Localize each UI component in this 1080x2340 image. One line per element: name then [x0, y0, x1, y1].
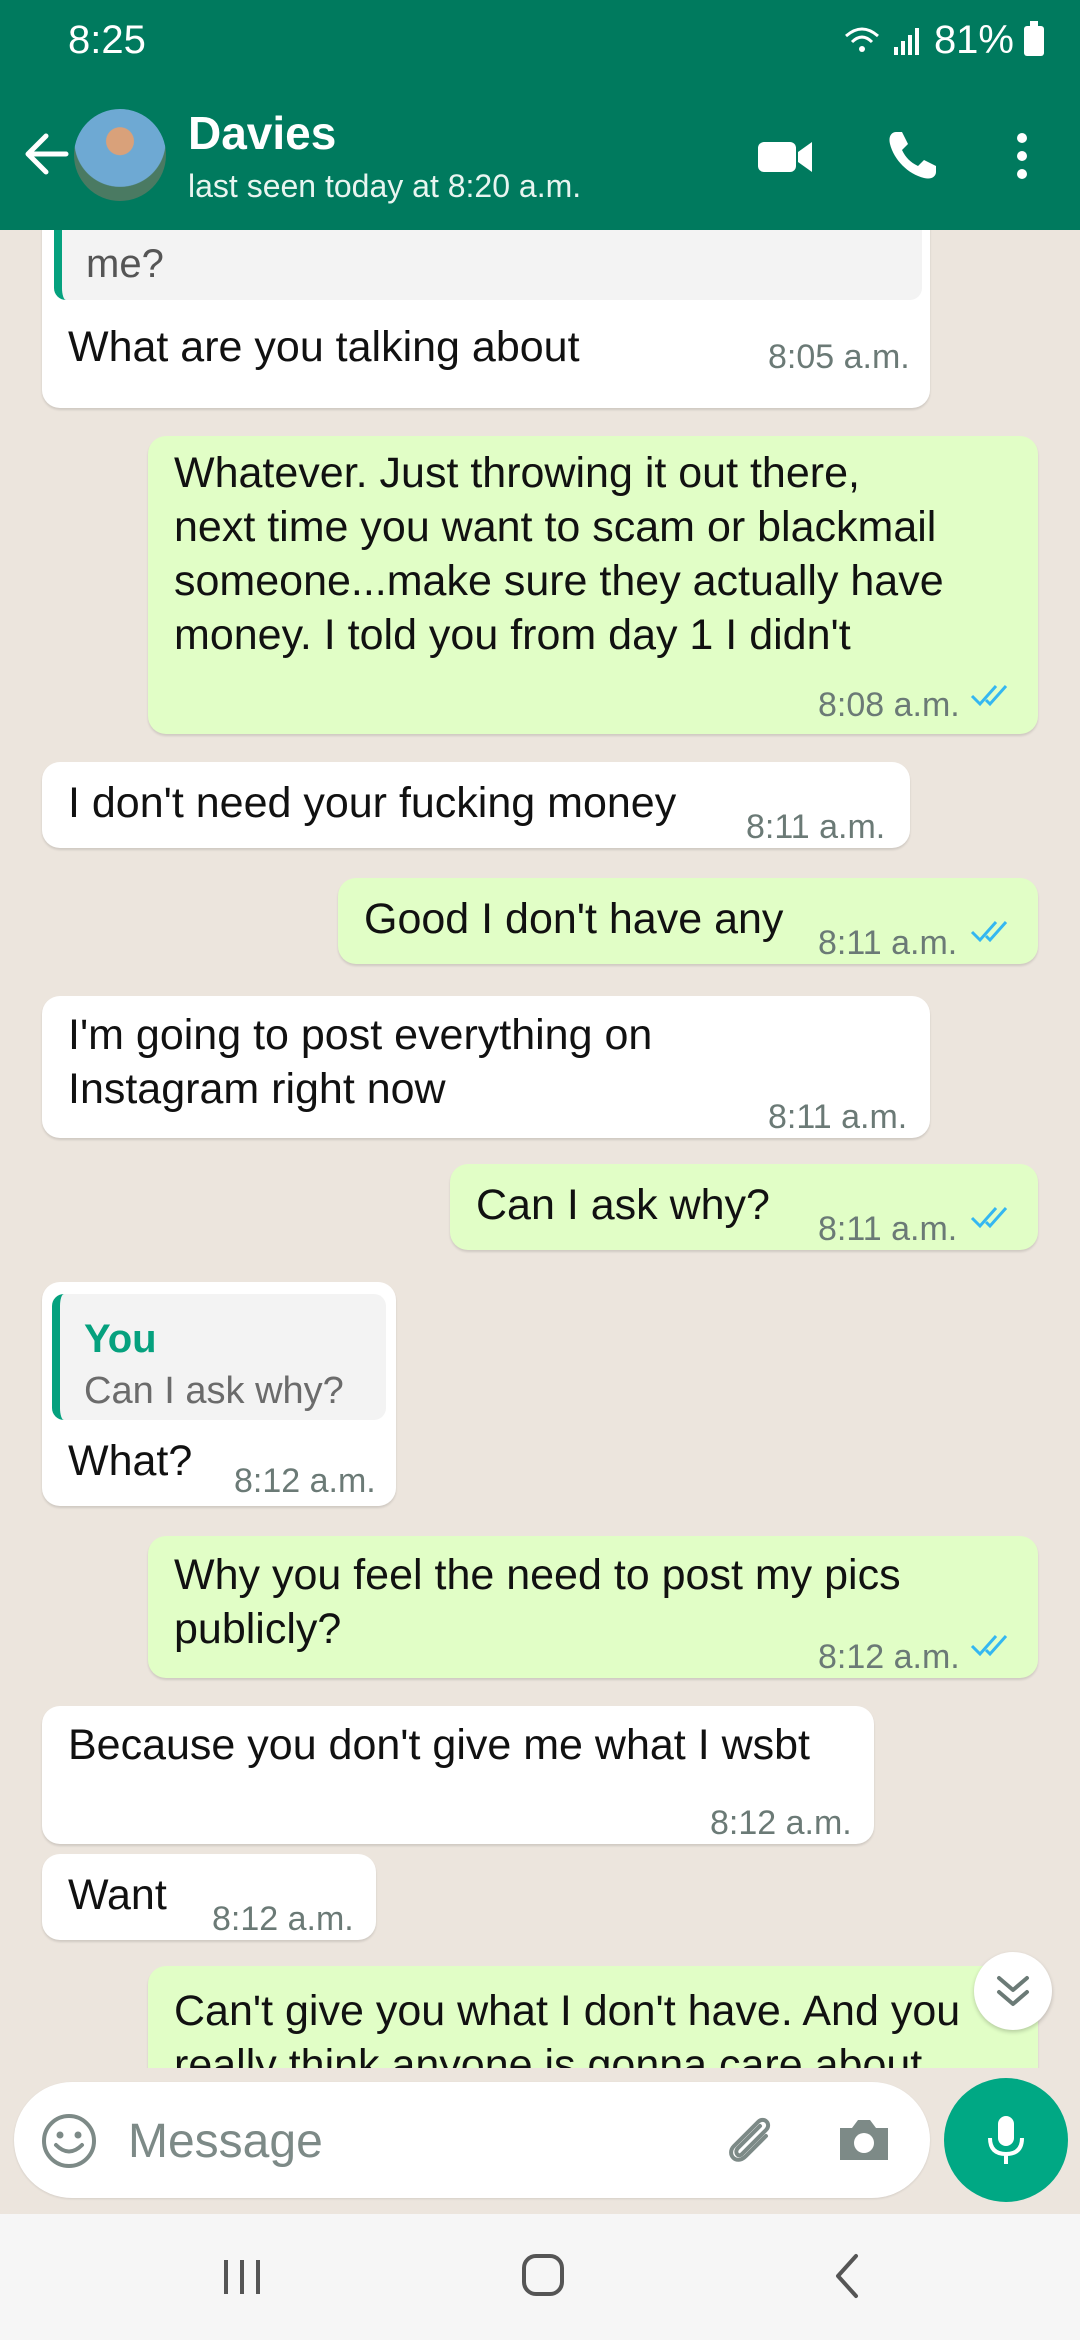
message-text: Because you don't give me what I wsbt: [68, 1721, 811, 1769]
message-time: 8:11 a.m.: [768, 1098, 908, 1136]
message-time: 8:12 a.m.: [710, 1804, 852, 1842]
message-text: Good I don't have any: [364, 895, 784, 943]
quoted-author: You: [84, 1317, 157, 1361]
status-indicators: 81%: [842, 18, 1044, 63]
message-outgoing[interactable]: Can I ask why? 8:11 a.m.: [450, 1164, 1038, 1250]
message-incoming[interactable]: Want 8:12 a.m.: [42, 1854, 376, 1940]
message-time: 8:12 a.m.: [234, 1462, 376, 1500]
message-time: 8:12 a.m.: [818, 1638, 960, 1676]
quoted-message[interactable]: Wtf? You blackmail me and now want to fu…: [54, 230, 922, 300]
status-time: 8:25: [68, 18, 146, 62]
double-check-icon: [970, 1635, 1008, 1657]
wifi-icon: [844, 27, 879, 52]
double-check-icon: [970, 921, 1008, 943]
last-seen: last seen today at 8:20 a.m.: [188, 168, 582, 204]
message-time: 8:11 a.m.: [818, 1210, 958, 1248]
home-icon[interactable]: [518, 2250, 570, 2302]
voice-record-button[interactable]: [944, 2078, 1068, 2202]
message-outgoing[interactable]: Why you feel the need to post my pics pu…: [148, 1536, 1038, 1678]
back-arrow-icon[interactable]: [18, 124, 78, 184]
scroll-down-button[interactable]: [974, 1952, 1052, 2030]
system-nav-bar: [0, 2214, 1080, 2340]
battery-icon: [1024, 20, 1044, 56]
message-time: 8:05 a.m.: [768, 338, 910, 376]
message-incoming[interactable]: I don't need your fucking money 8:11 a.m…: [42, 762, 910, 848]
message-text: Can't give you what I don't have. And yo…: [174, 1987, 961, 2068]
battery-percent: 81%: [933, 18, 1014, 62]
message-incoming[interactable]: I'm going to post everything on Instagra…: [42, 996, 930, 1138]
message-composer: Message: [14, 2082, 930, 2198]
message-text: I'm going to post everything on Instagra…: [68, 1011, 653, 1113]
double-check-icon: [970, 685, 1008, 707]
phone-icon[interactable]: [882, 126, 942, 186]
message-time: 8:12 a.m.: [212, 1900, 354, 1938]
more-vert-icon[interactable]: [992, 126, 1052, 186]
camera-icon[interactable]: [834, 2112, 894, 2168]
contact-name[interactable]: Davies: [188, 106, 336, 160]
message-text: What are you talking about: [68, 323, 580, 371]
message-text: Whatever. Just throwing it out there, ne…: [174, 449, 944, 659]
paperclip-icon[interactable]: [720, 2110, 780, 2170]
quoted-text: Can I ask why?: [84, 1370, 344, 1412]
message-incoming[interactable]: Because you don't give me what I wsbt 8:…: [42, 1706, 874, 1844]
message-text: What?: [68, 1437, 193, 1485]
quoted-message[interactable]: You Can I ask why?: [52, 1294, 386, 1420]
message-text: Want: [68, 1871, 167, 1919]
video-call-icon[interactable]: [756, 126, 816, 186]
scroll-down-icon: [997, 1976, 1029, 2006]
double-check-icon: [970, 1207, 1008, 1229]
message-outgoing[interactable]: Can't give you what I don't have. And yo…: [148, 1966, 1038, 2068]
emoji-icon[interactable]: [40, 2112, 98, 2170]
message-time: 8:11 a.m.: [818, 924, 958, 962]
message-input[interactable]: Message: [128, 2114, 323, 2169]
signal-icon: [893, 27, 919, 55]
recent-apps-icon[interactable]: [214, 2252, 270, 2302]
message-text: I don't need your fucking money: [68, 779, 677, 827]
message-text: Why you feel the need to post my pics pu…: [174, 1551, 901, 1653]
message-outgoing[interactable]: Whatever. Just throwing it out there, ne…: [148, 436, 1038, 734]
back-nav-icon[interactable]: [822, 2250, 874, 2302]
message-time: 8:11 a.m.: [746, 808, 886, 846]
chat-messages[interactable]: Wtf? You blackmail me and now want to fu…: [0, 230, 1080, 2068]
message-incoming[interactable]: Wtf? You blackmail me and now want to fu…: [42, 230, 930, 408]
status-bar: 8:25 81%: [0, 0, 1080, 84]
microphone-icon: [988, 2116, 1024, 2164]
message-outgoing[interactable]: Good I don't have any 8:11 a.m.: [338, 878, 1038, 964]
chat-header: Davies last seen today at 8:20 a.m.: [0, 84, 1080, 230]
message-text: Can I ask why?: [476, 1181, 770, 1229]
quoted-text: Wtf? You blackmail me and now want to fu…: [86, 230, 878, 286]
message-incoming[interactable]: You Can I ask why? What? 8:12 a.m.: [42, 1282, 396, 1506]
avatar[interactable]: [74, 109, 166, 201]
message-time: 8:08 a.m.: [818, 686, 960, 724]
